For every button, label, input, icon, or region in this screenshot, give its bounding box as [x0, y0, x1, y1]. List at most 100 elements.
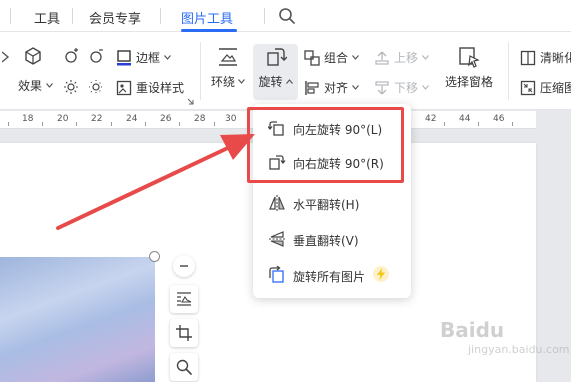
- chevron-down-icon: [164, 55, 171, 60]
- reset-style-label: 重设样式: [136, 81, 185, 95]
- ruler-tick: [478, 122, 479, 126]
- compress-button[interactable]: 压缩图: [520, 79, 571, 96]
- layout-options-button[interactable]: [170, 285, 198, 313]
- move-up-icon: [375, 51, 389, 65]
- chevron-down-icon: [352, 55, 359, 60]
- dialog-launcher-icon[interactable]: [187, 98, 194, 105]
- ruler-tick: [214, 122, 215, 126]
- group-icon: [304, 49, 320, 66]
- contrast-plus-icon[interactable]: [63, 79, 79, 95]
- ruler-tick: [8, 122, 9, 126]
- ruler-tick: [512, 122, 513, 126]
- reset-style-button[interactable]: 重设样式: [116, 79, 184, 96]
- zoom-button[interactable]: [170, 353, 198, 381]
- menu-bar: 工具 会员专享 图片工具: [0, 0, 571, 32]
- resize-handle[interactable]: [149, 251, 160, 262]
- chevron-down-icon: [46, 83, 53, 88]
- compress-label: 压缩图: [540, 81, 571, 95]
- ruler-tick: [42, 122, 43, 126]
- rotate-all-icon: [269, 266, 284, 283]
- flip-horizontal-item[interactable]: 水平翻转(H): [253, 188, 411, 218]
- ruler-label: 46: [493, 114, 505, 124]
- rotate-button[interactable]: 旋转: [253, 44, 298, 100]
- menu-member[interactable]: 会员专享: [89, 8, 141, 27]
- menu-picture-tools[interactable]: 图片工具: [181, 8, 233, 27]
- move-up-label: 上移: [394, 51, 419, 65]
- highlight-box: [247, 107, 404, 183]
- reset-style-icon: [116, 80, 132, 95]
- group-button[interactable]: 组合: [304, 49, 359, 66]
- text-wrap-icon: [177, 292, 192, 306]
- search-icon[interactable]: [278, 7, 296, 25]
- rotate-label: 旋转: [258, 75, 283, 89]
- baidu-watermark-url: jingyan.baidu.com: [468, 343, 570, 356]
- flip-vertical-icon: [269, 231, 285, 247]
- move-down-label: 下移: [394, 81, 419, 95]
- contrast-minus-icon[interactable]: [88, 79, 104, 95]
- rotate-icon: [266, 48, 287, 66]
- ruler-tick: [76, 122, 77, 126]
- menu-separator: [264, 8, 265, 24]
- wrap-label: 环绕: [210, 75, 235, 89]
- align-icon: [305, 80, 319, 95]
- menu-separator: [72, 8, 73, 24]
- menu-separator: [10, 8, 11, 24]
- ruler-tick: [179, 122, 180, 126]
- vip-badge: [373, 266, 389, 282]
- flip-horizontal-icon: [269, 195, 285, 211]
- effects-button[interactable]: 效果: [18, 77, 53, 94]
- ruler-tick: [145, 122, 146, 126]
- minus-icon: [180, 265, 188, 267]
- effects-label: 效果: [18, 79, 43, 93]
- selected-picture[interactable]: [0, 257, 155, 382]
- flip-vertical-label: 垂直翻转(V): [293, 234, 359, 248]
- selection-pane-icon: [459, 47, 480, 68]
- magnifier-icon: [176, 359, 192, 375]
- brightness-minus-icon[interactable]: [88, 48, 104, 64]
- ruler-label: 44: [459, 114, 471, 124]
- menu-separator: [160, 8, 161, 24]
- group-label: 组合: [324, 51, 349, 65]
- chevron-down-icon: [422, 55, 429, 60]
- align-button[interactable]: 对齐: [304, 79, 359, 96]
- ruler-label: 20: [57, 114, 69, 124]
- cube-icon[interactable]: [23, 46, 43, 66]
- ribbon-separator: [508, 42, 509, 100]
- crop-button[interactable]: [170, 319, 198, 347]
- crop-icon: [176, 325, 192, 341]
- ruler-label: 42: [425, 114, 437, 124]
- move-down-button[interactable]: 下移: [374, 79, 429, 96]
- ruler-label: 26: [160, 114, 172, 124]
- ribbon-separator: [200, 42, 201, 100]
- collapse-toolbar-button[interactable]: [173, 255, 195, 277]
- flip-vertical-item[interactable]: 垂直翻转(V): [253, 224, 411, 254]
- selection-pane-button[interactable]: 选择窗格: [442, 46, 496, 102]
- compress-icon: [520, 80, 536, 95]
- move-up-button[interactable]: 上移: [374, 49, 429, 66]
- ruler-label: 24: [126, 114, 138, 124]
- chevron-down-icon: [238, 79, 245, 84]
- ribbon-toolbar: 效果 边框 重设样式 环绕 旋转 组合 对齐 上移 下移 选择窗格 清晰化 压缩…: [0, 32, 571, 110]
- text-wrap-icon: [219, 48, 237, 66]
- chevron-down-icon: [422, 85, 429, 90]
- wrap-button[interactable]: 环绕: [210, 46, 246, 102]
- brightness-plus-icon[interactable]: [63, 48, 79, 64]
- chevron-down-icon: [352, 85, 359, 90]
- ruler-tick: [444, 122, 445, 126]
- menu-tools[interactable]: 工具: [34, 8, 60, 27]
- clear-label: 清晰化: [540, 51, 571, 65]
- chevron-up-icon: [285, 79, 293, 84]
- border-label: 边框: [136, 51, 161, 65]
- ruler-tick: [111, 122, 112, 126]
- baidu-watermark: Baidu: [440, 318, 505, 342]
- rotate-all-item[interactable]: 旋转所有图片: [253, 260, 411, 290]
- clear-button[interactable]: 清晰化: [520, 49, 571, 66]
- ruler-label: 30: [225, 114, 237, 124]
- border-button[interactable]: 边框: [116, 49, 171, 66]
- ruler-label: 18: [22, 114, 34, 124]
- move-down-icon: [375, 80, 389, 94]
- lightning-icon: [377, 268, 385, 280]
- align-label: 对齐: [324, 81, 349, 95]
- ruler-label: 22: [91, 114, 103, 124]
- flip-horizontal-label: 水平翻转(H): [293, 198, 360, 212]
